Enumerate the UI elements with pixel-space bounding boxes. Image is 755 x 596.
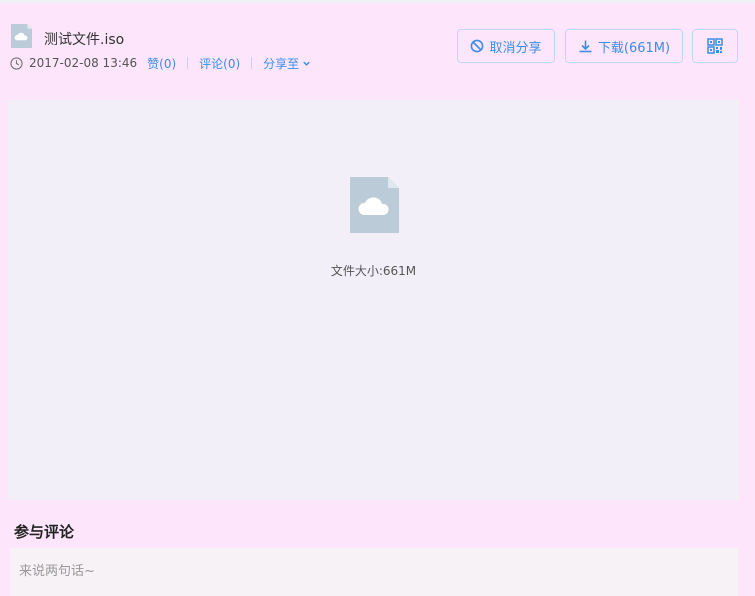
divider [187, 57, 189, 69]
ban-icon [471, 39, 484, 53]
divider [251, 57, 253, 69]
clock-icon [10, 56, 23, 70]
chevron-down-icon[interactable] [302, 59, 311, 68]
upload-datetime: 2017-02-08 13:46 [29, 56, 138, 70]
comment-input[interactable] [10, 548, 738, 596]
share-dropdown[interactable]: 分享至 [263, 55, 299, 72]
file-meta-row: 2017-02-08 13:46 赞(0) 评论(0) 分享至 [10, 55, 311, 71]
top-border [0, 0, 755, 3]
cancel-share-button[interactable]: 取消分享 [457, 29, 555, 63]
comments-heading: 参与评论 [14, 523, 75, 541]
like-link[interactable]: 赞(0) [147, 55, 176, 72]
cancel-share-label: 取消分享 [489, 40, 542, 56]
comment-link[interactable]: 评论(0) [199, 55, 240, 72]
qr-code-button[interactable] [692, 29, 738, 63]
file-preview-panel: 文件大小:661M [8, 100, 739, 500]
download-icon [579, 40, 592, 52]
qr-code-icon [707, 38, 723, 54]
download-label: 下载(661M) [597, 40, 671, 56]
file-name: 测试文件.iso [44, 32, 125, 48]
cloud-file-icon [11, 24, 32, 48]
file-size-label: 文件大小:661M [330, 264, 417, 278]
cloud-file-icon [350, 177, 399, 233]
download-button[interactable]: 下载(661M) [565, 29, 683, 63]
